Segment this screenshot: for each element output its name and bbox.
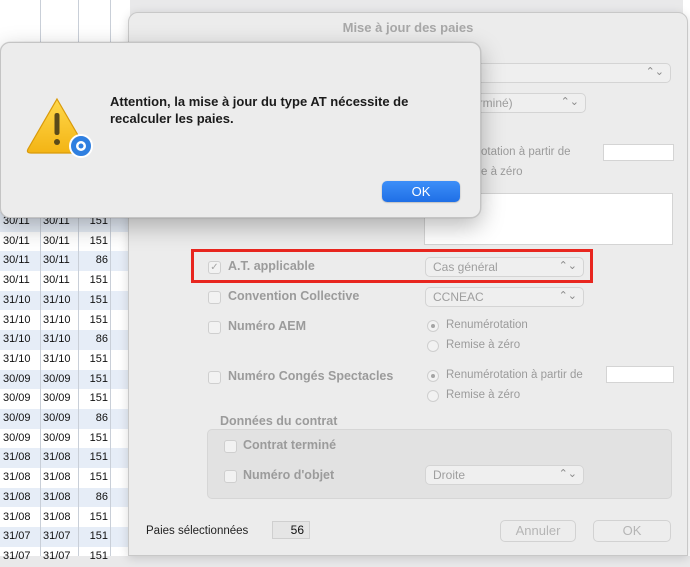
sheet-ok-button[interactable]: OK: [593, 520, 671, 542]
convention-checkbox[interactable]: [208, 291, 221, 304]
table-cell: 31/10: [3, 352, 31, 365]
contract-group-title: Données du contrat: [220, 414, 338, 428]
warning-alert: Attention, la mise à jour du type AT néc…: [0, 42, 481, 218]
chevron-updown-icon: ⌃⌄: [558, 468, 577, 480]
aem-renumerotation-label: Renumérotation: [446, 319, 528, 331]
conges-checkbox[interactable]: [208, 371, 221, 384]
table-cell: 151: [89, 234, 108, 247]
numero-objet-value: Droite: [433, 468, 466, 482]
conges-start-field[interactable]: [606, 366, 674, 383]
table-cell: 30/09: [3, 372, 31, 385]
aem-renumerotation-radio[interactable]: [427, 320, 439, 332]
table-cell: 31/10: [43, 352, 71, 365]
table-cell: 86: [95, 490, 108, 503]
warning-icon: [26, 97, 93, 158]
table-cell: 30/11: [3, 274, 30, 287]
table-cell: 31/10: [43, 293, 71, 306]
table-cell: 151: [89, 431, 108, 444]
selected-pays-label: Paies sélectionnées: [146, 525, 249, 537]
table-cell: 30/11: [43, 254, 70, 267]
table-cell: 30/09: [43, 372, 71, 385]
conges-renumerotation-radio[interactable]: [427, 370, 439, 382]
table-cell: 30/11: [43, 234, 70, 247]
alert-message: Attention, la mise à jour du type AT néc…: [110, 94, 409, 126]
convention-popup[interactable]: CCNEAC ⌃⌄: [425, 287, 584, 307]
table-cell: 30/11: [43, 274, 70, 287]
table-cell: 31/10: [3, 333, 31, 346]
table-cell: 31/08: [43, 510, 71, 523]
table-cell: 86: [95, 333, 108, 346]
numero-objet-popup[interactable]: Droite ⌃⌄: [425, 465, 584, 485]
table-cell: 151: [89, 352, 108, 365]
numero-objet-checkbox[interactable]: [224, 470, 237, 483]
table-cell: 31/08: [43, 451, 71, 464]
table-cell: 151: [89, 392, 108, 405]
table-cell: 151: [89, 313, 108, 326]
conges-label: Numéro Congés Spectacles: [228, 369, 394, 383]
conges-renumerotation-label: Renumérotation à partir de: [446, 369, 583, 381]
table-cell: 31/08: [3, 510, 31, 523]
cancel-button[interactable]: Annuler: [500, 520, 576, 542]
radio-dot: [431, 374, 435, 378]
table-cell: 31/10: [43, 313, 71, 326]
aem-reset-label: Remise à zéro: [446, 339, 521, 351]
renumerotation-start-field[interactable]: [603, 144, 674, 161]
table-cell: 30/09: [43, 392, 71, 405]
table-cell: 151: [89, 293, 108, 306]
contrat-termine-label: Contrat terminé: [243, 438, 337, 452]
alert-ok-button[interactable]: OK: [382, 181, 460, 202]
table-cell: 31/07: [43, 530, 71, 543]
radio-dot: [431, 324, 435, 328]
table-cell: 31/10: [3, 293, 31, 306]
table-cell: 30/11: [3, 254, 30, 267]
table-cell: 151: [89, 510, 108, 523]
table-cell: 151: [89, 274, 108, 287]
table-cell: 30/09: [43, 412, 71, 424]
highlight-box: [191, 249, 593, 283]
table-cell: 30/09: [43, 431, 71, 444]
table-cell: 31/10: [43, 333, 71, 346]
table-cell: 31/10: [3, 313, 31, 326]
chevron-updown-icon: ⌃⌄: [560, 96, 579, 108]
table-cell: 31/07: [3, 530, 31, 543]
conges-reset-radio[interactable]: [427, 390, 439, 402]
convention-label: Convention Collective: [228, 289, 360, 303]
table-cell: 86: [95, 254, 108, 267]
top-popup[interactable]: ⌃⌄: [464, 63, 671, 83]
contrat-termine-checkbox[interactable]: [224, 440, 237, 453]
selected-pays-count: 56: [272, 521, 310, 539]
table-cell: 30/09: [3, 392, 31, 405]
table-cell: 31/08: [3, 451, 31, 464]
table-cell: 30/11: [3, 234, 30, 247]
numero-objet-label: Numéro d'objet: [243, 468, 335, 482]
aem-reset-radio[interactable]: [427, 340, 439, 352]
convention-value: CCNEAC: [433, 290, 484, 304]
sheet-title: Mise à jour des paies: [342, 20, 474, 35]
table-cell: 31/08: [43, 471, 71, 484]
aem-checkbox[interactable]: [208, 321, 221, 334]
table-cell: 151: [89, 471, 108, 484]
chevron-updown-icon: ⌃⌄: [645, 66, 664, 78]
aem-label: Numéro AEM: [228, 319, 307, 333]
table-cell: 31/08: [3, 490, 31, 503]
status-popup[interactable]: erminé) ⌃⌄: [464, 93, 586, 113]
table-cell: 30/09: [3, 412, 31, 424]
partial-renumerotation-label: otation à partir de: [481, 146, 571, 158]
table-cell: 31/08: [3, 471, 31, 484]
table-cell: 151: [89, 372, 108, 385]
table-cell: 31/08: [43, 490, 71, 503]
table-cell: 151: [89, 530, 108, 543]
table-cell: 86: [95, 412, 108, 424]
conges-reset-label: Remise à zéro: [446, 389, 521, 401]
table-cell: 151: [89, 451, 108, 464]
chevron-updown-icon: ⌃⌄: [558, 290, 577, 302]
table-cell: 30/09: [3, 431, 31, 444]
partial-reset-label: e à zéro: [481, 166, 523, 178]
